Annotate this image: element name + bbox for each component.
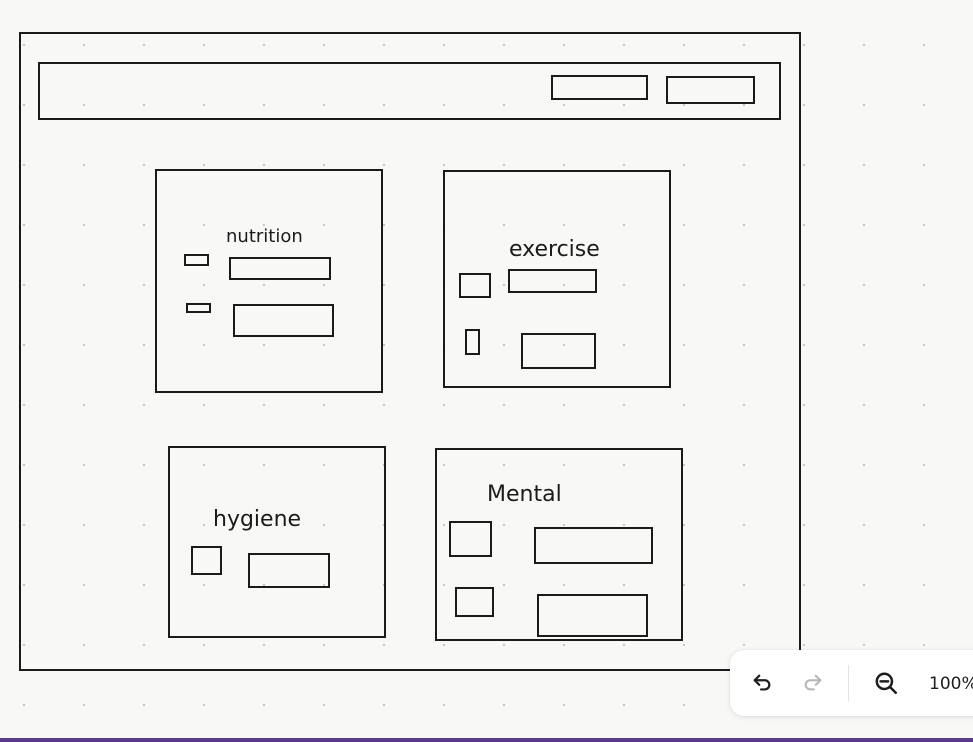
nutrition-input-1[interactable] — [229, 257, 331, 280]
zoom-history-toolbar: 100% — [730, 650, 973, 716]
exercise-checkbox-1[interactable] — [459, 273, 491, 298]
zoom-level-indicator[interactable]: 100% — [929, 674, 973, 694]
hygiene-checkbox[interactable] — [191, 546, 222, 575]
exercise-input-1[interactable] — [508, 269, 597, 293]
undo-icon — [751, 672, 773, 694]
nutrition-checkbox-1[interactable] — [184, 254, 209, 266]
hygiene-input[interactable] — [248, 553, 330, 588]
undo-button[interactable] — [746, 667, 778, 699]
exercise-input-2[interactable] — [521, 333, 596, 369]
redo-icon — [802, 672, 824, 694]
mental-input-1[interactable] — [534, 527, 653, 564]
redo-button[interactable] — [797, 667, 829, 699]
exercise-label[interactable]: exercise — [509, 237, 600, 262]
mental-checkbox-1[interactable] — [449, 521, 492, 557]
mental-checkbox-2[interactable] — [455, 587, 494, 617]
whiteboard-canvas[interactable]: nutrition exercise hygiene Mental — [0, 0, 973, 738]
wireframe-frame[interactable] — [19, 32, 801, 671]
nutrition-input-2[interactable] — [233, 304, 334, 337]
header-button-rectangle-2[interactable] — [666, 76, 755, 104]
zoom-out-button[interactable] — [870, 667, 902, 699]
window-bottom-border — [0, 738, 973, 742]
exercise-checkbox-2[interactable] — [465, 329, 480, 355]
mental-label[interactable]: Mental — [487, 482, 562, 507]
nutrition-card[interactable] — [155, 169, 383, 393]
hygiene-card[interactable] — [168, 446, 386, 638]
nutrition-label[interactable]: nutrition — [226, 226, 303, 247]
toolbar-divider — [848, 665, 849, 701]
mental-input-2[interactable] — [537, 594, 648, 637]
nutrition-checkbox-2[interactable] — [186, 303, 211, 313]
header-button-rectangle-1[interactable] — [551, 75, 648, 100]
zoom-out-icon — [873, 670, 899, 696]
hygiene-label[interactable]: hygiene — [213, 507, 301, 532]
